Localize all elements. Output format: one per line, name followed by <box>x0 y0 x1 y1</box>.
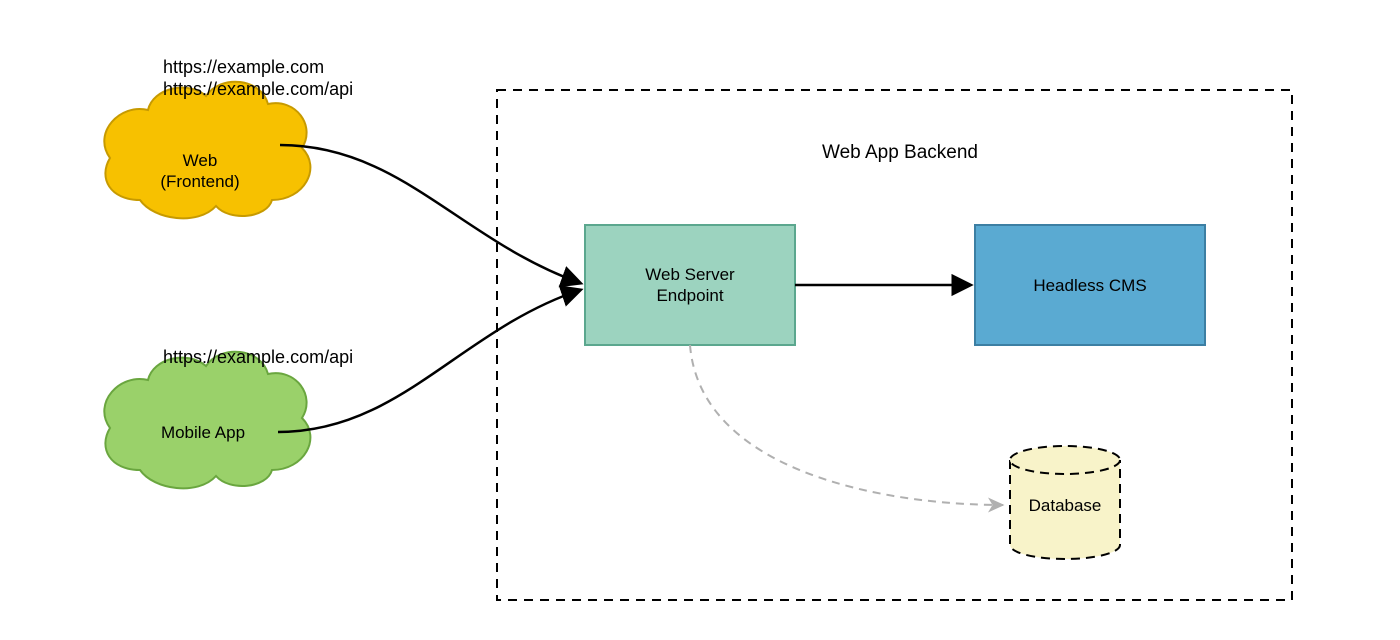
backend-title: Web App Backend <box>800 142 1000 164</box>
mobile-url: https://example.com/api <box>163 346 423 369</box>
web-url-line1: https://example.com <box>163 56 423 79</box>
database-cylinder <box>1010 446 1120 559</box>
web-frontend-cloud <box>104 82 310 219</box>
arrow-server-to-database <box>690 345 1003 505</box>
web-server-box <box>585 225 795 345</box>
web-url-line2: https://example.com/api <box>163 78 423 101</box>
architecture-diagram: https://example.com https://example.com/… <box>0 0 1400 640</box>
mobile-app-cloud <box>104 352 310 489</box>
arrow-web-to-server <box>280 145 580 283</box>
headless-cms-box <box>975 225 1205 345</box>
